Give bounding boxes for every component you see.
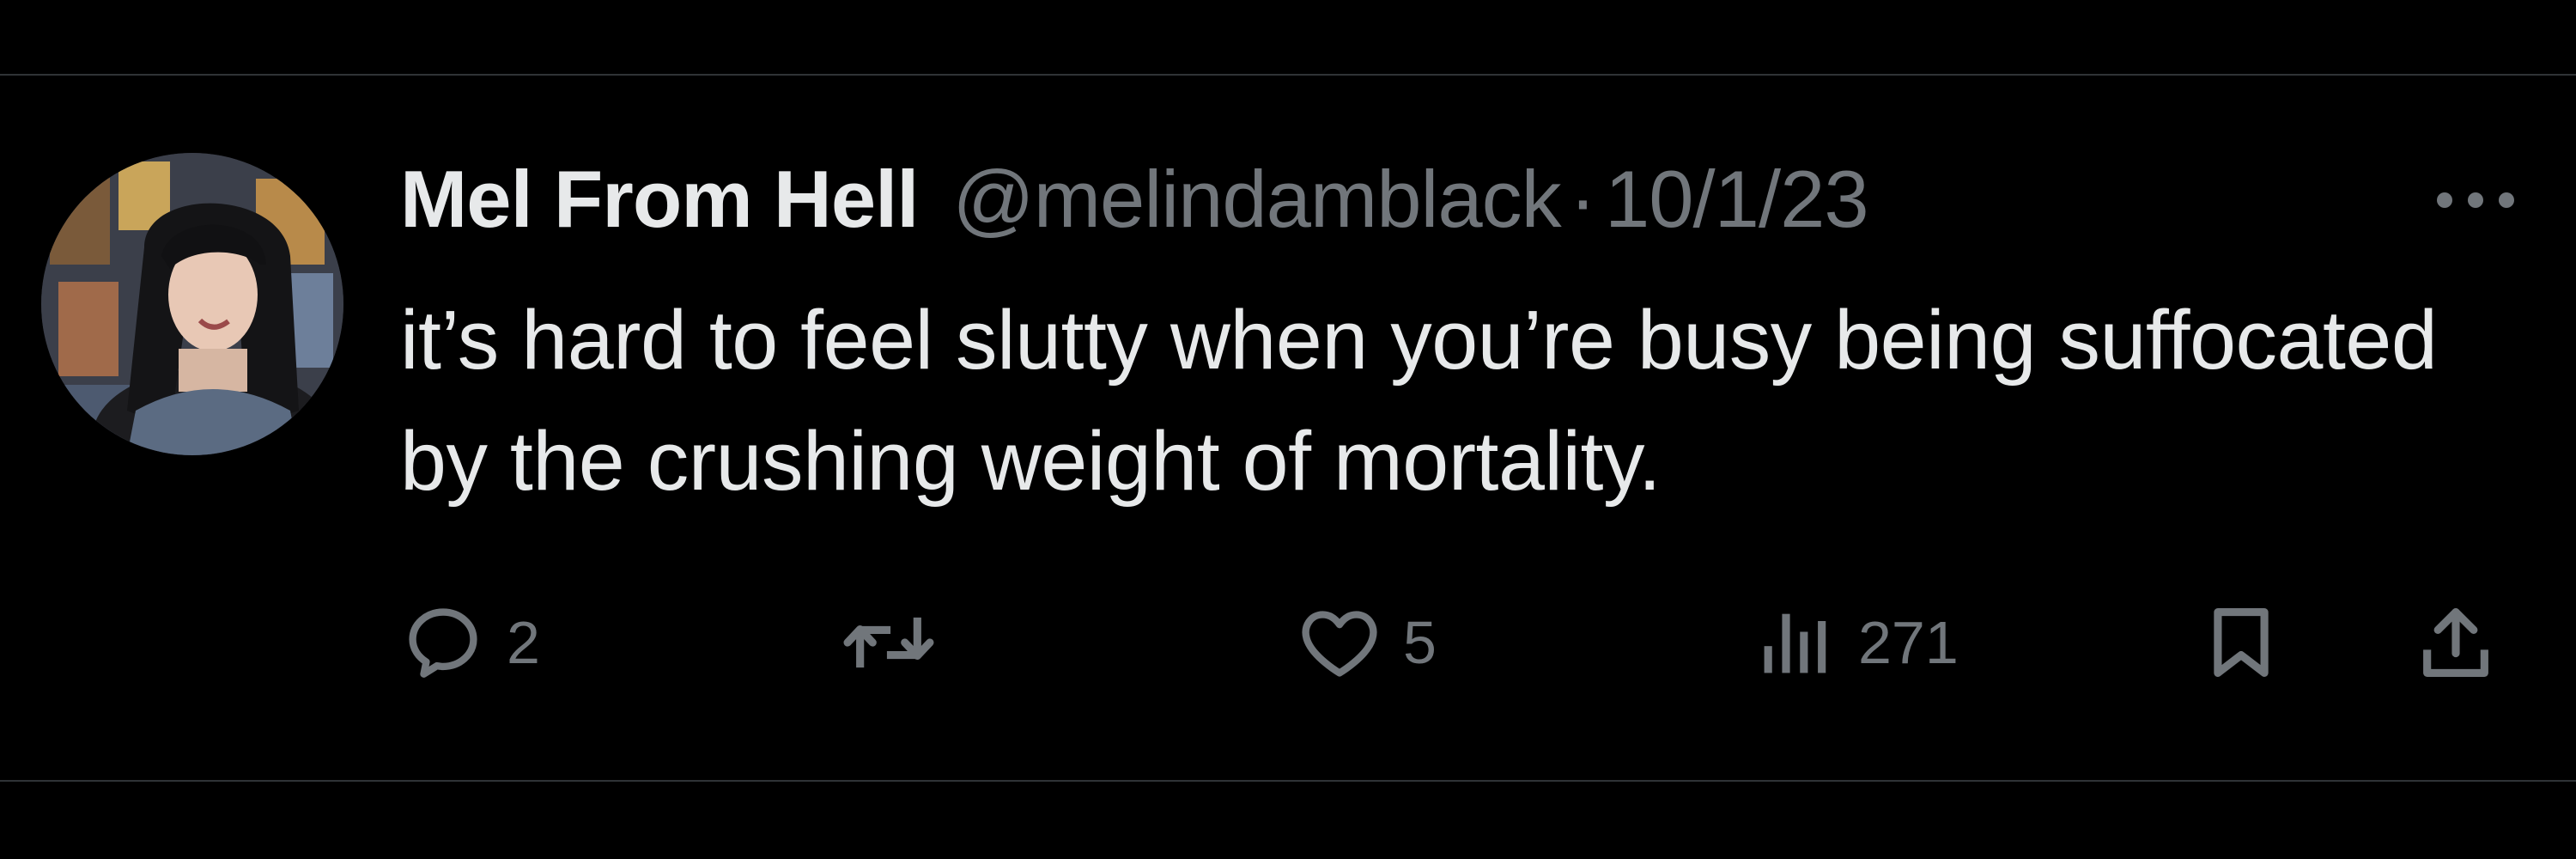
reply-button[interactable]: 2 <box>400 591 540 694</box>
tweet-text: it’s hard to feel slutty when you’re bus… <box>400 293 2438 508</box>
speech-bubble-icon <box>409 608 477 678</box>
profile-photo <box>41 153 343 455</box>
bookmark-icon <box>2214 608 2269 677</box>
bottom-divider <box>0 780 2576 782</box>
bar-chart-icon <box>1764 613 1826 673</box>
reply-count: 2 <box>507 609 540 676</box>
retweet-arrows-icon <box>843 617 934 668</box>
like-count: 5 <box>1403 609 1437 676</box>
author-display-name[interactable]: Mel From Hell <box>400 159 919 240</box>
views-button[interactable]: 271 <box>1752 591 1959 694</box>
header-separator: · <box>1569 154 1596 244</box>
share-button[interactable] <box>2413 591 2499 694</box>
share-upload-icon <box>2423 608 2488 677</box>
tweet-date[interactable]: 10/1/23 <box>1605 159 1869 240</box>
more-options-button[interactable] <box>2428 170 2523 230</box>
author-handle[interactable]: @melindamblack <box>952 159 1561 240</box>
heart-icon <box>1302 611 1377 677</box>
ellipsis-icon <box>2437 192 2514 208</box>
avatar[interactable] <box>41 153 343 455</box>
top-divider <box>0 74 2576 76</box>
tweet-header: Mel From Hell @melindamblack · 10/1/23 <box>400 148 1869 251</box>
bookmark-button[interactable] <box>2198 591 2284 694</box>
retweet-button[interactable] <box>841 591 957 694</box>
like-button[interactable]: 5 <box>1297 591 1437 694</box>
views-count: 271 <box>1858 609 1959 676</box>
